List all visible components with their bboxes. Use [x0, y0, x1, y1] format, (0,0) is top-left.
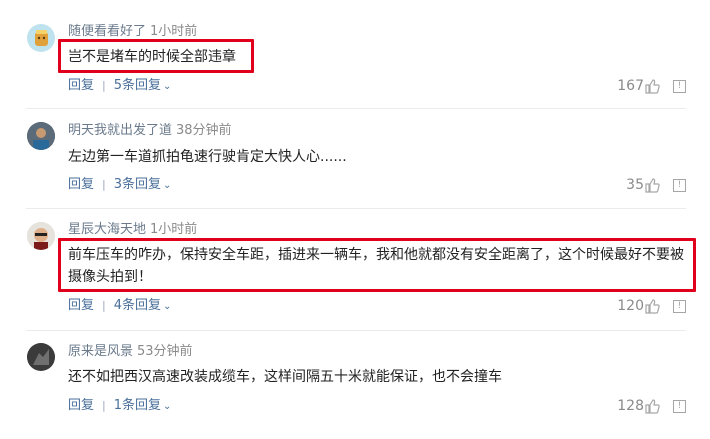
replies-count-label: 1条回复 — [113, 398, 162, 413]
avatar[interactable] — [27, 222, 55, 250]
comment-item: 随便看看好了 1小时前 岂不是堵车的时候全部违章 回复 | 5条回复 ⌄ 167 ! — [0, 0, 710, 110]
comment-meta: 原来是风景 53分钟前 — [68, 344, 193, 360]
comment-actions: 回复 | 3条回复 ⌄ — [68, 177, 172, 192]
comment-meta: 明天我就出发了道 38分钟前 — [68, 123, 232, 139]
reply-button[interactable]: 回复 — [68, 177, 94, 192]
timestamp: 1小时前 — [150, 24, 198, 39]
thumbs-up-icon[interactable] — [644, 177, 660, 193]
username[interactable]: 星辰大海天地 — [68, 222, 146, 237]
timestamp: 53分钟前 — [137, 344, 193, 359]
replies-count-label: 5条回复 — [113, 78, 162, 93]
comment-item: 原来是风景 53分钟前 还不如把西汉高速改装成缆车，这样间隔五十米就能保证，也不会… — [0, 332, 710, 439]
view-replies-button[interactable]: 1条回复 ⌄ — [114, 398, 172, 413]
view-replies-button[interactable]: 4条回复 ⌄ — [114, 298, 172, 313]
like-count: 128 — [617, 398, 644, 414]
comment-text: 还不如把西汉高速改装成缆车，这样间隔五十米就能保证，也不会撞车 — [68, 369, 502, 385]
timestamp: 38分钟前 — [176, 123, 232, 138]
report-icon[interactable]: ! — [673, 300, 686, 313]
reply-button[interactable]: 回复 — [68, 298, 94, 313]
divider — [26, 330, 686, 331]
comment-text: 岂不是堵车的时候全部违章 — [68, 49, 236, 65]
thumbs-up-icon[interactable] — [644, 398, 660, 414]
chevron-down-icon: ⌄ — [163, 401, 172, 412]
view-replies-button[interactable]: 3条回复 ⌄ — [114, 177, 172, 192]
chevron-down-icon: ⌄ — [163, 180, 172, 191]
username[interactable]: 随便看看好了 — [68, 24, 146, 39]
report-icon[interactable]: ! — [673, 179, 686, 192]
comment-item: 星辰大海天地 1小时前 前车压车的咋办，保持安全车距，插进来一辆车，我和他就都没有… — [0, 210, 710, 330]
reply-button[interactable]: 回复 — [68, 398, 94, 413]
chevron-down-icon: ⌄ — [163, 81, 172, 92]
like-count: 167 — [617, 78, 644, 94]
like-count: 120 — [617, 298, 644, 314]
report-icon[interactable]: ! — [673, 80, 686, 93]
replies-count-label: 3条回复 — [113, 177, 162, 192]
chevron-down-icon: ⌄ — [163, 301, 172, 312]
like-count: 35 — [626, 177, 644, 193]
comment-meta: 星辰大海天地 1小时前 — [68, 222, 197, 238]
username[interactable]: 原来是风景 — [68, 344, 133, 359]
comment-item: 明天我就出发了道 38分钟前 左边第一车道抓拍龟速行驶肯定大快人心...... 回… — [0, 110, 710, 210]
view-replies-button[interactable]: 5条回复 ⌄ — [114, 78, 172, 93]
comment-actions: 回复 | 4条回复 ⌄ — [68, 298, 172, 313]
comment-actions: 回复 | 5条回复 ⌄ — [68, 78, 172, 93]
comment-text: 左边第一车道抓拍龟速行驶肯定大快人心...... — [68, 149, 347, 165]
divider — [26, 208, 686, 209]
comment-actions: 回复 | 1条回复 ⌄ — [68, 398, 172, 413]
reply-button[interactable]: 回复 — [68, 78, 94, 93]
avatar[interactable] — [27, 122, 55, 150]
replies-count-label: 4条回复 — [113, 298, 162, 313]
comment-meta: 随便看看好了 1小时前 — [68, 24, 197, 40]
thumbs-up-icon[interactable] — [644, 298, 660, 314]
divider — [26, 108, 686, 109]
thumbs-up-icon[interactable] — [644, 78, 660, 94]
avatar[interactable] — [27, 24, 55, 52]
username[interactable]: 明天我就出发了道 — [68, 123, 172, 138]
report-icon[interactable]: ! — [673, 400, 686, 413]
timestamp: 1小时前 — [150, 222, 198, 237]
avatar[interactable] — [27, 343, 55, 371]
comment-text: 前车压车的咋办，保持安全车距，插进来一辆车，我和他就都没有安全距离了，这个时候最… — [68, 247, 684, 285]
